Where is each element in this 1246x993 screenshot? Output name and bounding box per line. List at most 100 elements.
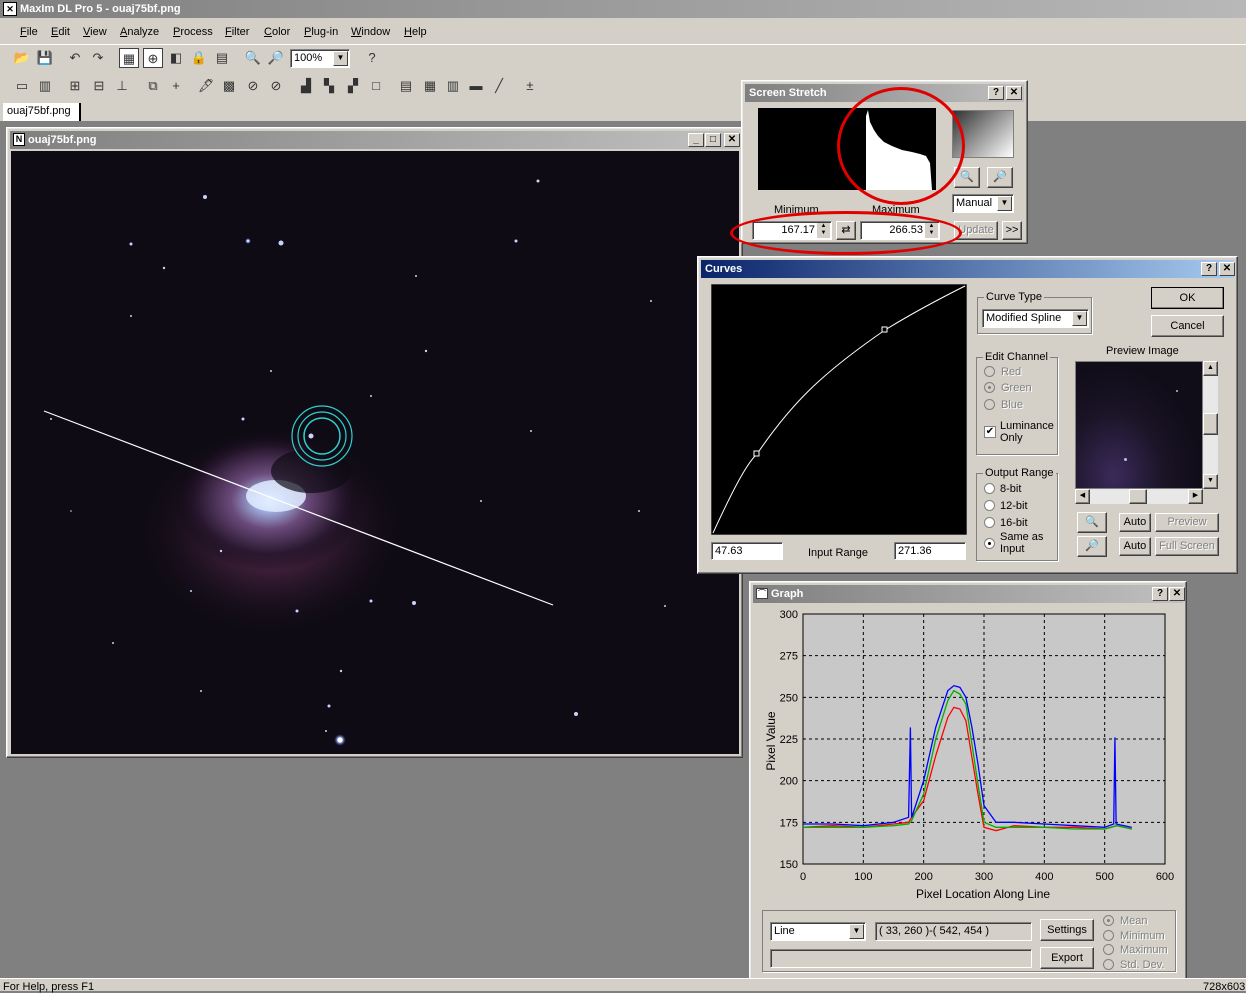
curve-editor[interactable] [711, 284, 967, 535]
chevron-down-icon[interactable]: ▼ [849, 924, 864, 939]
scroll-up-icon[interactable]: ▲ [1203, 361, 1218, 376]
channel-green-radio[interactable] [984, 382, 995, 393]
scroll-down-icon[interactable]: ▼ [1203, 474, 1218, 489]
menu-window[interactable]: Window [351, 24, 390, 40]
output-12bit-radio[interactable] [984, 500, 995, 511]
line-tool-icon[interactable]: ╱ [489, 76, 509, 96]
luminance-only-checkbox[interactable]: ✔ [984, 426, 996, 438]
minimize-icon[interactable]: _ [688, 133, 704, 147]
preview-vscroll[interactable]: ▲ ▼ [1203, 361, 1218, 489]
channel-blue-radio[interactable] [984, 399, 995, 410]
settings-button[interactable]: Settings [1040, 919, 1094, 941]
toolbar2-icon-9[interactable]: ⊘ [243, 76, 263, 96]
preview-button[interactable]: Preview [1155, 513, 1219, 532]
maximize-icon[interactable]: □ [705, 133, 721, 147]
screen-stretch-icon[interactable]: ▦ [119, 48, 139, 68]
menu-plugin[interactable]: Plug-in [304, 24, 338, 40]
menu-filter[interactable]: Filter [225, 24, 249, 40]
close-icon[interactable]: ✕ [724, 133, 740, 147]
preview-image[interactable] [1075, 361, 1203, 489]
doc-tab[interactable]: ouaj75bf.png [3, 103, 81, 121]
zoom-out-icon[interactable]: 🔎 [987, 167, 1013, 188]
toolbar2-icon-13[interactable]: ▞ [343, 76, 363, 96]
preview-hscroll[interactable]: ◀ ▶ [1075, 489, 1203, 504]
undo-icon[interactable]: ↶ [65, 48, 85, 68]
channel-red-radio[interactable] [984, 366, 995, 377]
toolbar2-icon-16[interactable]: ▦ [420, 76, 440, 96]
menu-color[interactable]: Color [264, 24, 290, 40]
scroll-right-icon[interactable]: ▶ [1188, 489, 1203, 504]
help-icon[interactable]: ? [988, 86, 1004, 100]
full-screen-button[interactable]: Full Screen [1155, 537, 1219, 556]
input-max-field[interactable]: 271.36 [894, 542, 966, 560]
dropper-icon[interactable]: 🖋 [196, 76, 216, 96]
stretch-mode-select[interactable]: Manual ▼ [952, 194, 1014, 213]
menu-process[interactable]: Process [173, 24, 213, 40]
toolbar2-icon-3[interactable]: ⊞ [65, 76, 85, 96]
toolbar2-icon-15[interactable]: ▤ [396, 76, 416, 96]
lock-icon[interactable]: 🔒 [189, 48, 209, 68]
plus-minus-icon[interactable]: ± [520, 76, 540, 96]
menu-help[interactable]: Help [404, 24, 427, 40]
toolbar2-icon-1[interactable]: ▭ [12, 76, 32, 96]
square-icon[interactable]: □ [366, 76, 386, 96]
save-icon[interactable]: 💾 [35, 48, 55, 68]
scroll-left-icon[interactable]: ◀ [1075, 489, 1090, 504]
chevron-down-icon[interactable]: ▼ [333, 51, 348, 66]
toolbar2-icon-2[interactable]: ▥ [35, 76, 55, 96]
copy-icon[interactable]: ⧉ [143, 76, 163, 96]
close-icon[interactable]: ✕ [1006, 86, 1022, 100]
stat-stddev-radio[interactable] [1103, 959, 1114, 970]
output-same-radio[interactable] [984, 538, 995, 549]
toolbar2-icon-18[interactable]: ▬ [466, 76, 486, 96]
output-8bit-radio[interactable] [984, 483, 995, 494]
zoom-in-icon[interactable]: 🔍 [1077, 512, 1107, 533]
toolbar2-icon-17[interactable]: ▥ [443, 76, 463, 96]
help-icon[interactable]: ? [1201, 262, 1217, 276]
bar-chart-icon[interactable]: ▟ [296, 76, 316, 96]
zoom-select[interactable]: 100% ▼ [290, 49, 350, 68]
close-icon[interactable]: ✕ [1169, 587, 1185, 601]
auto-button-2[interactable]: Auto [1119, 537, 1151, 556]
stat-minimum-radio[interactable] [1103, 930, 1114, 941]
crosshair-icon[interactable]: ⊕ [143, 48, 163, 68]
ok-button[interactable]: OK [1151, 287, 1224, 309]
toolbar2-icon-10[interactable]: ⊘ [266, 76, 286, 96]
help-icon[interactable]: ? [1152, 587, 1168, 601]
cancel-button[interactable]: Cancel [1151, 315, 1224, 337]
scroll-thumb[interactable] [1203, 413, 1218, 435]
context-help-icon[interactable]: ? [362, 48, 382, 68]
open-icon[interactable]: 📂 [12, 48, 32, 68]
zoom-out-icon[interactable]: 🔎 [1077, 536, 1107, 557]
input-min-field[interactable]: 47.63 [711, 542, 783, 560]
menu-file[interactable]: File [20, 24, 38, 40]
expand-button[interactable]: >> [1002, 221, 1022, 240]
auto-button[interactable]: Auto [1119, 513, 1151, 532]
plus-icon[interactable]: + [166, 76, 186, 96]
split-icon[interactable]: ◧ [166, 48, 186, 68]
menu-edit[interactable]: Edit [51, 24, 70, 40]
toolbar2-icon-8[interactable]: ▩ [219, 76, 239, 96]
curve-type-select[interactable]: Modified Spline ▼ [982, 309, 1089, 328]
graph-mode-select[interactable]: Line ▼ [770, 922, 866, 941]
close-icon[interactable]: ✕ [1219, 262, 1235, 276]
zoom-out-icon[interactable]: 🔎 [266, 48, 286, 68]
export-button[interactable]: Export [1040, 947, 1094, 969]
menu-view[interactable]: View [83, 24, 107, 40]
curve-point-1[interactable] [753, 450, 760, 457]
toolbar2-icon-12[interactable]: ▚ [319, 76, 339, 96]
chevron-down-icon[interactable]: ▼ [997, 196, 1012, 211]
redo-icon[interactable]: ↷ [88, 48, 108, 68]
output-16bit-radio[interactable] [984, 517, 995, 528]
toolbar2-icon-5[interactable]: ⊥ [112, 76, 132, 96]
properties-icon[interactable]: ▤ [212, 48, 232, 68]
chevron-down-icon[interactable]: ▼ [1072, 311, 1087, 326]
zoom-in-icon[interactable]: 🔍 [243, 48, 263, 68]
stat-mean-radio[interactable] [1103, 915, 1114, 926]
astro-image[interactable] [11, 151, 739, 754]
graph-chart[interactable]: 0 100 200 300 400 500 600 150 175 200 225 250 275 30… [753, 606, 1183, 906]
menu-analyze[interactable]: Analyze [120, 24, 159, 40]
stat-maximum-radio[interactable] [1103, 944, 1114, 955]
toolbar2-icon-4[interactable]: ⊟ [89, 76, 109, 96]
scroll-thumb[interactable] [1129, 489, 1147, 504]
